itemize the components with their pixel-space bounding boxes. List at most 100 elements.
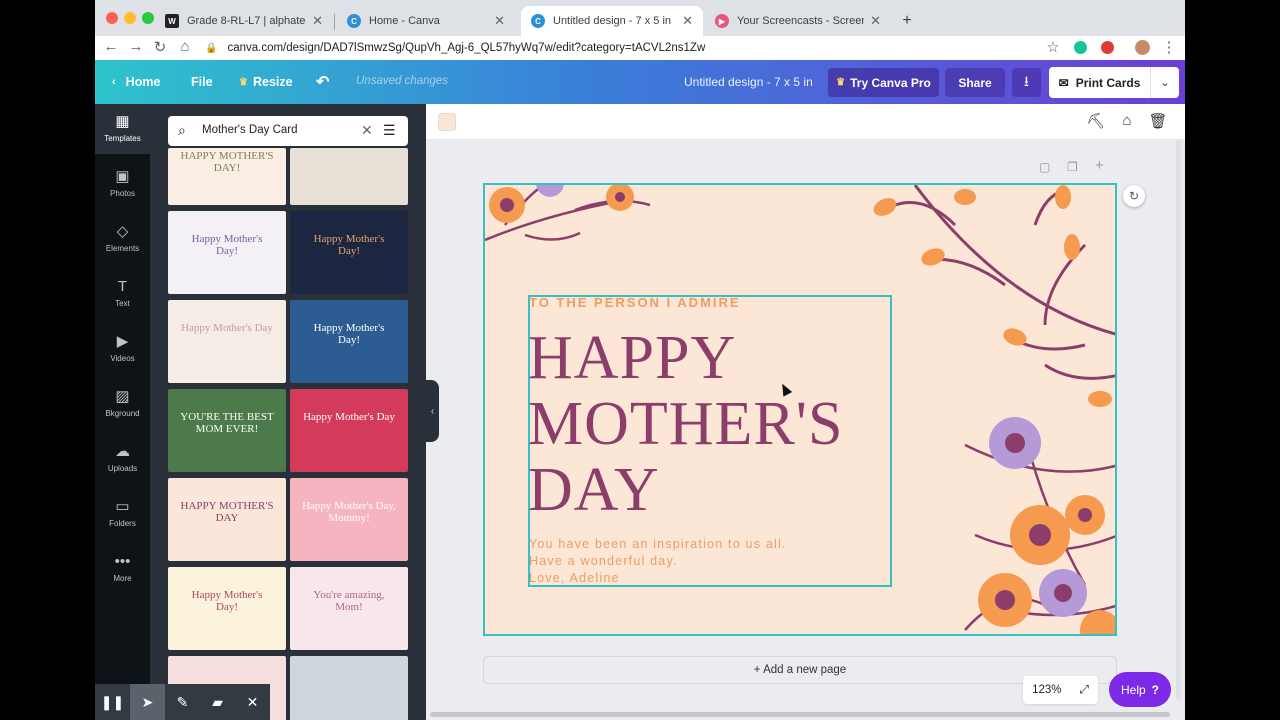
page-notes-icon[interactable]: ▢ xyxy=(1039,160,1050,174)
lock-icon[interactable]: ⌂ xyxy=(1117,112,1137,129)
question-icon: ? xyxy=(1151,682,1160,697)
template-thumbnail[interactable]: Happy Mother's Day, Mommy! xyxy=(290,478,408,561)
pointer-icon[interactable]: ➤ xyxy=(130,684,165,720)
rail-item-videos[interactable]: ▶ Videos xyxy=(95,324,150,374)
print-options-dropdown[interactable]: ⌄ xyxy=(1150,67,1179,98)
reload-icon[interactable]: ↻ xyxy=(150,38,170,56)
rail-label: Videos xyxy=(110,354,135,363)
template-thumbnail[interactable]: Happy Mother's Day! xyxy=(168,567,286,650)
back-icon[interactable]: ← xyxy=(101,38,121,55)
template-title: HAPPY MOTHER'S DAY! xyxy=(180,150,274,174)
tab-title: Grade 8-RL-L7 | alphatech xyxy=(187,15,307,27)
tab-strip: W Grade 8-RL-L7 | alphatech ✕ C Home - C… xyxy=(95,0,1185,36)
trash-icon[interactable]: 🗑 xyxy=(1148,112,1168,130)
close-tab-icon[interactable]: ✕ xyxy=(682,13,693,29)
close-tab-icon[interactable]: ✕ xyxy=(494,13,505,29)
home-button[interactable]: ‹ Home xyxy=(112,60,160,104)
clear-search-icon[interactable]: ✕ xyxy=(361,122,373,139)
print-cards-button[interactable]: ✉ Print Cards xyxy=(1049,67,1150,98)
paint-format-icon[interactable]: ⛏ xyxy=(1086,112,1106,130)
url-field[interactable]: 🔒 canva.com/design/DAD7lSmwzSg/QupVh_Agj… xyxy=(205,39,705,57)
minimize-window-button[interactable] xyxy=(124,12,136,24)
template-title: Happy Mother's Day, Mommy! xyxy=(302,500,396,524)
rail-item-templates[interactable]: ▦ Templates xyxy=(95,104,150,154)
close-window-button[interactable] xyxy=(106,12,118,24)
help-button[interactable]: Help ? xyxy=(1109,672,1171,707)
add-page-icon[interactable]: + xyxy=(1095,157,1104,174)
template-thumbnail[interactable]: Happy Mother's Day! xyxy=(290,300,408,383)
rail-item-elements[interactable]: ◇ Elements xyxy=(95,214,150,264)
rail-item-folders[interactable]: ▭ Folders xyxy=(95,489,150,539)
new-tab-button[interactable]: + xyxy=(895,6,919,36)
share-button[interactable]: Share xyxy=(945,68,1005,97)
add-new-page-button[interactable]: + Add a new page xyxy=(483,656,1117,684)
zoom-window-button[interactable] xyxy=(142,12,154,24)
rotate-handle-icon[interactable]: ↻ xyxy=(1123,185,1145,207)
resize-button[interactable]: ♛ Resize xyxy=(239,60,293,104)
template-thumbnail[interactable]: You're amazing, Mom! xyxy=(290,567,408,650)
template-thumbnail[interactable]: Happy Mother's Day! xyxy=(168,211,286,294)
template-search-input[interactable]: ⌕ Mother's Day Card ✕ ☰ xyxy=(168,116,408,146)
browser-tab[interactable]: C Home - Canva ✕ xyxy=(337,6,515,36)
template-thumbnail[interactable]: Happy Mother's Day xyxy=(168,300,286,383)
crown-icon: ♛ xyxy=(239,76,248,88)
background-color-swatch[interactable] xyxy=(438,113,456,131)
template-thumbnail[interactable]: YOU'RE THE BEST MOM EVER! xyxy=(168,389,286,472)
browser-tab[interactable]: ▶ Your Screencasts - Screencast ✕ xyxy=(705,6,891,36)
fullscreen-icon[interactable]: ⤢ xyxy=(1080,684,1089,697)
zoom-control[interactable]: 123% ⤢ xyxy=(1023,676,1098,704)
forward-icon[interactable]: → xyxy=(126,38,146,55)
print-icon: ✉ xyxy=(1058,75,1069,90)
editor-header: ‹ Home File ♛ Resize ↶ Unsaved changes U… xyxy=(95,60,1185,104)
vertical-scrollbar[interactable] xyxy=(1176,140,1181,700)
text-icon: T xyxy=(117,278,128,295)
home-icon[interactable]: ⌂ xyxy=(175,38,195,55)
videos-icon: ▶ xyxy=(116,333,129,350)
card-message-line[interactable]: Have a wonderful day. xyxy=(529,554,678,568)
card-subtitle[interactable]: TO THE PERSON I ADMIRE xyxy=(529,295,741,310)
highlighter-icon[interactable]: ▰ xyxy=(200,684,235,720)
card-message-line[interactable]: You have been an inspiration to us all. xyxy=(529,537,787,551)
template-title: Happy Mother's Day! xyxy=(191,589,263,613)
rail-item-more[interactable]: ••• More xyxy=(95,544,150,594)
template-thumbnail[interactable] xyxy=(290,656,408,720)
pen-icon[interactable]: ✎ xyxy=(165,684,200,720)
browser-menu-icon[interactable]: ⋮ xyxy=(1159,38,1179,56)
rail-item-photos[interactable]: ▣ Photos xyxy=(95,159,150,209)
rail-item-background[interactable]: ▨ Bkground xyxy=(95,379,150,429)
print-label: Print Cards xyxy=(1075,75,1141,90)
rail-label: More xyxy=(113,574,132,583)
rail-item-text[interactable]: T Text xyxy=(95,269,150,319)
file-menu-button[interactable]: File xyxy=(191,60,213,104)
browser-window: W Grade 8-RL-L7 | alphatech ✕ C Home - C… xyxy=(95,0,1185,720)
card-headline[interactable]: HAPPY MOTHER'S DAY xyxy=(528,325,928,523)
filter-icon[interactable]: ☰ xyxy=(383,122,396,139)
bookmark-star-icon[interactable]: ☆ xyxy=(1043,38,1063,56)
duplicate-page-icon[interactable]: ❐ xyxy=(1067,160,1078,174)
undo-button[interactable]: ↶ xyxy=(316,60,329,104)
horizontal-scrollbar[interactable] xyxy=(430,712,1170,717)
template-thumbnail[interactable]: Happy Mother's Day xyxy=(290,389,408,472)
browser-tab-active[interactable]: C Untitled design - 7 x 5 in ✕ xyxy=(521,6,703,36)
screencast-extension-icon[interactable] xyxy=(1101,41,1114,54)
template-thumbnail[interactable] xyxy=(290,148,408,205)
rail-item-uploads[interactable]: ☁ Uploads xyxy=(95,434,150,484)
profile-avatar[interactable] xyxy=(1135,40,1150,55)
file-label: File xyxy=(191,75,213,89)
collapse-panel-handle[interactable]: ‹ xyxy=(426,380,439,442)
download-button[interactable]: ⭳ xyxy=(1012,68,1041,97)
pause-icon[interactable]: ❚❚ xyxy=(95,684,130,720)
close-tab-icon[interactable]: ✕ xyxy=(312,13,323,29)
template-thumbnail[interactable]: HAPPY MOTHER'S DAY xyxy=(168,478,286,561)
template-thumbnail[interactable]: Happy Mother's Day! xyxy=(290,211,408,294)
browser-tab[interactable]: W Grade 8-RL-L7 | alphatech ✕ xyxy=(155,6,333,36)
document-title[interactable]: Untitled design - 7 x 5 in xyxy=(684,75,813,89)
grammarly-extension-icon[interactable] xyxy=(1074,41,1087,54)
try-canva-pro-button[interactable]: ♛ Try Canva Pro xyxy=(828,68,939,97)
close-icon[interactable]: ✕ xyxy=(235,684,270,720)
design-card[interactable]: TO THE PERSON I ADMIRE HAPPY MOTHER'S DA… xyxy=(483,183,1117,636)
card-message-line[interactable]: Love, Adeline xyxy=(529,571,620,585)
zoom-level: 123% xyxy=(1032,684,1062,696)
close-tab-icon[interactable]: ✕ xyxy=(870,13,881,29)
template-thumbnail[interactable]: HAPPY MOTHER'S DAY! xyxy=(168,148,286,205)
